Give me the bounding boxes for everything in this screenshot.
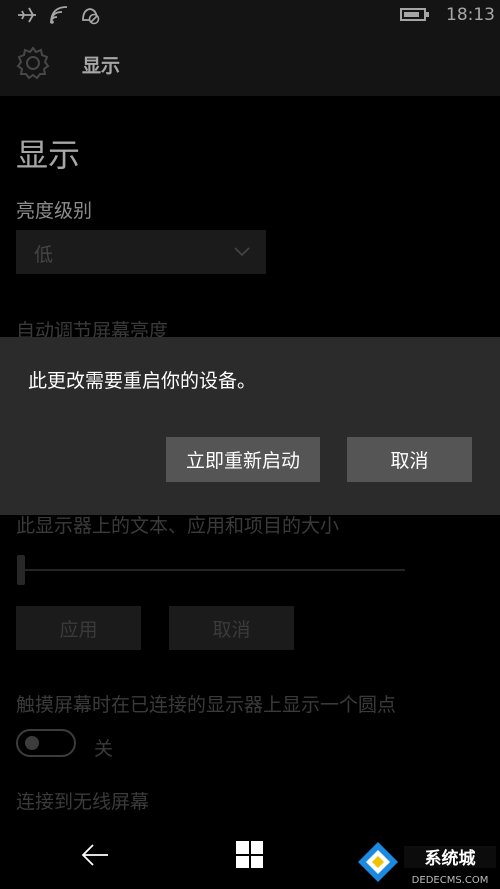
windows-logo-pane <box>236 841 249 854</box>
windows-start-icon[interactable] <box>236 841 263 868</box>
windows-logo-pane <box>250 855 263 868</box>
windows-logo-pane <box>236 855 249 868</box>
svg-text:系统城: 系统城 <box>425 848 476 869</box>
site-watermark-logo: 系统城 DEDECMS.COM <box>358 842 496 886</box>
restart-dialog <box>0 337 500 515</box>
dialog-message: 此更改需要重启你的设备。 <box>28 370 257 392</box>
windows-logo-pane <box>250 841 263 854</box>
svg-text:DEDECMS.COM: DEDECMS.COM <box>412 875 489 886</box>
restart-now-button[interactable]: 立即重新启动 <box>166 437 320 482</box>
back-arrow-icon[interactable] <box>80 842 110 868</box>
dialog-cancel-button[interactable]: 取消 <box>347 437 472 482</box>
